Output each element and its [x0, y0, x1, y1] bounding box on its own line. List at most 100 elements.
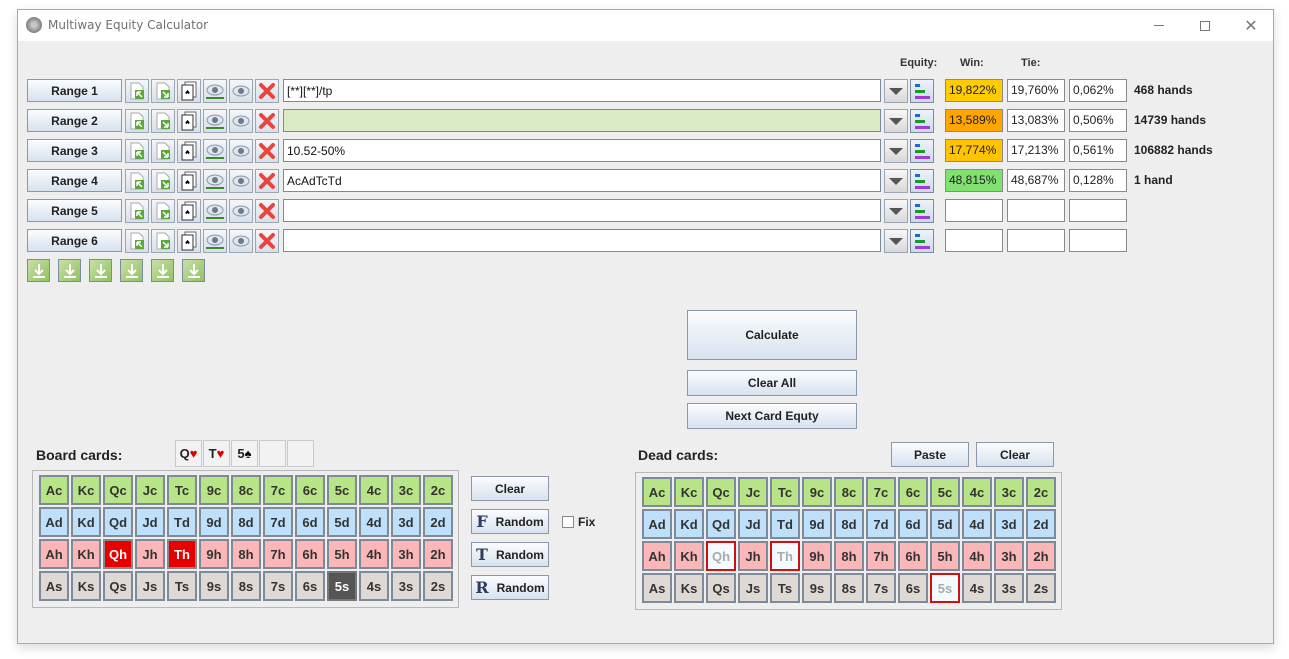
dead-card-2c[interactable]: 2c [1026, 477, 1056, 507]
board-card-Ad[interactable]: Ad [39, 507, 69, 537]
export-range-button[interactable] [151, 169, 175, 193]
board-card-4s[interactable]: 4s [359, 571, 389, 601]
maximize-button[interactable] [1182, 10, 1228, 41]
show-range-button[interactable] [203, 139, 227, 163]
import-range-button[interactable] [125, 169, 149, 193]
show-range-button[interactable] [203, 79, 227, 103]
board-card-Th[interactable]: Th [167, 539, 197, 569]
download-range-button[interactable] [89, 259, 112, 282]
view-range-button[interactable] [229, 169, 253, 193]
board-card-6h[interactable]: 6h [295, 539, 325, 569]
board-card-2c[interactable]: 2c [423, 475, 453, 505]
board-card-4d[interactable]: 4d [359, 507, 389, 537]
show-range-button[interactable] [203, 199, 227, 223]
dead-card-6c[interactable]: 6c [898, 477, 928, 507]
range-button[interactable]: Range 5 [27, 199, 122, 222]
export-range-button[interactable] [151, 109, 175, 133]
dead-card-Jd[interactable]: Jd [738, 509, 768, 539]
board-card-Js[interactable]: Js [135, 571, 165, 601]
view-range-button[interactable] [229, 199, 253, 223]
board-card-7c[interactable]: 7c [263, 475, 293, 505]
dead-card-2s[interactable]: 2s [1026, 573, 1056, 603]
random-river-button[interactable]: R Random [471, 575, 549, 600]
dead-card-Tc[interactable]: Tc [770, 477, 800, 507]
board-card-6d[interactable]: 6d [295, 507, 325, 537]
dead-card-5h[interactable]: 5h [930, 541, 960, 571]
card-picker-button[interactable] [177, 199, 201, 223]
range-input[interactable] [283, 139, 881, 162]
import-range-button[interactable] [125, 139, 149, 163]
board-card-Qc[interactable]: Qc [103, 475, 133, 505]
dead-card-Qh[interactable]: Qh [706, 541, 736, 571]
board-card-Kh[interactable]: Kh [71, 539, 101, 569]
clear-range-button[interactable] [255, 79, 279, 103]
dead-card-8c[interactable]: 8c [834, 477, 864, 507]
dead-card-3c[interactable]: 3c [994, 477, 1024, 507]
export-range-button[interactable] [151, 79, 175, 103]
range-dropdown-button[interactable] [884, 79, 908, 103]
dead-card-Ah[interactable]: Ah [642, 541, 672, 571]
dead-clear-button[interactable]: Clear [976, 442, 1054, 467]
random-flop-button[interactable]: F Random [471, 509, 549, 534]
board-card-Qh[interactable]: Qh [103, 539, 133, 569]
board-card-3c[interactable]: 3c [391, 475, 421, 505]
download-range-button[interactable] [182, 259, 205, 282]
card-picker-button[interactable] [177, 139, 201, 163]
board-card-Ks[interactable]: Ks [71, 571, 101, 601]
board-card-Kc[interactable]: Kc [71, 475, 101, 505]
dead-card-7s[interactable]: 7s [866, 573, 896, 603]
export-range-button[interactable] [151, 139, 175, 163]
dead-card-Kc[interactable]: Kc [674, 477, 704, 507]
range-button[interactable]: Range 3 [27, 139, 122, 162]
dead-card-3h[interactable]: 3h [994, 541, 1024, 571]
dead-card-3d[interactable]: 3d [994, 509, 1024, 539]
board-card-3d[interactable]: 3d [391, 507, 421, 537]
dead-card-2d[interactable]: 2d [1026, 509, 1056, 539]
clear-all-button[interactable]: Clear All [687, 370, 857, 396]
board-card-4c[interactable]: 4c [359, 475, 389, 505]
dead-card-8s[interactable]: 8s [834, 573, 864, 603]
clear-range-button[interactable] [255, 139, 279, 163]
view-range-button[interactable] [229, 139, 253, 163]
download-range-button[interactable] [151, 259, 174, 282]
board-card-3s[interactable]: 3s [391, 571, 421, 601]
dead-card-9h[interactable]: 9h [802, 541, 832, 571]
board-card-Jc[interactable]: Jc [135, 475, 165, 505]
board-card-5d[interactable]: 5d [327, 507, 357, 537]
clear-range-button[interactable] [255, 199, 279, 223]
range-dropdown-button[interactable] [884, 199, 908, 223]
random-turn-button[interactable]: T Random [471, 542, 549, 567]
equity-graph-button[interactable] [910, 109, 934, 133]
dead-card-8d[interactable]: 8d [834, 509, 864, 539]
import-range-button[interactable] [125, 229, 149, 253]
card-picker-button[interactable] [177, 79, 201, 103]
dead-card-Td[interactable]: Td [770, 509, 800, 539]
board-card-slot[interactable] [259, 440, 286, 467]
import-range-button[interactable] [125, 79, 149, 103]
board-card-4h[interactable]: 4h [359, 539, 389, 569]
dead-card-9s[interactable]: 9s [802, 573, 832, 603]
download-range-button[interactable] [120, 259, 143, 282]
dead-card-7c[interactable]: 7c [866, 477, 896, 507]
board-card-2s[interactable]: 2s [423, 571, 453, 601]
dead-card-4d[interactable]: 4d [962, 509, 992, 539]
dead-card-6d[interactable]: 6d [898, 509, 928, 539]
board-card-6c[interactable]: 6c [295, 475, 325, 505]
export-range-button[interactable] [151, 229, 175, 253]
equity-graph-button[interactable] [910, 139, 934, 163]
range-input[interactable] [283, 199, 881, 222]
range-input[interactable] [283, 169, 881, 192]
board-card-Kd[interactable]: Kd [71, 507, 101, 537]
dead-card-9d[interactable]: 9d [802, 509, 832, 539]
board-card-Qs[interactable]: Qs [103, 571, 133, 601]
board-card-Jd[interactable]: Jd [135, 507, 165, 537]
board-card-5c[interactable]: 5c [327, 475, 357, 505]
board-card-2d[interactable]: 2d [423, 507, 453, 537]
card-picker-button[interactable] [177, 229, 201, 253]
equity-graph-button[interactable] [910, 199, 934, 223]
clear-range-button[interactable] [255, 169, 279, 193]
dead-card-5d[interactable]: 5d [930, 509, 960, 539]
clear-range-button[interactable] [255, 229, 279, 253]
minimize-button[interactable] [1136, 10, 1182, 41]
dead-card-Jc[interactable]: Jc [738, 477, 768, 507]
